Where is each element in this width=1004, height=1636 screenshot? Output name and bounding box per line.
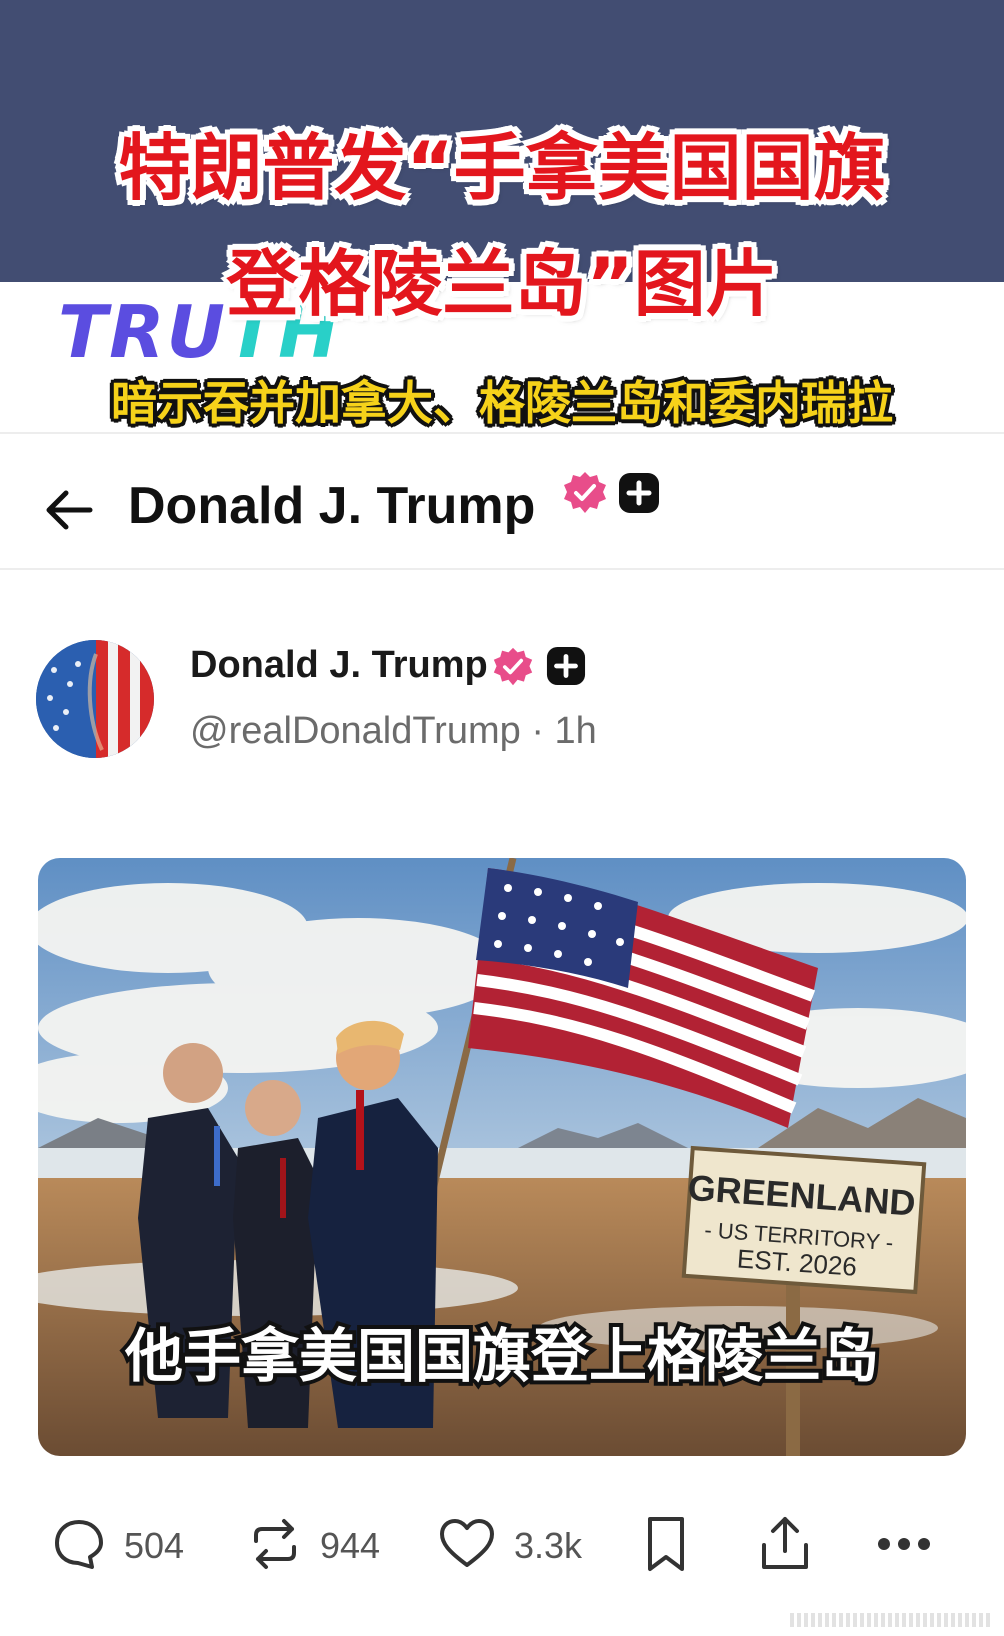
overlay-headline-line1: 特朗普发“手拿美国国旗 — [118, 126, 886, 210]
reply-button[interactable]: 504 — [52, 1510, 184, 1582]
divider — [0, 568, 1004, 570]
heart-icon — [438, 1517, 496, 1575]
verified-badge-icon — [492, 646, 534, 692]
repost-button[interactable]: 944 — [248, 1510, 380, 1582]
more-icon — [876, 1534, 932, 1558]
profile-header-name: Donald J. Trump — [128, 477, 536, 535]
overlay-headline-line2: 登格陵兰岛”图片 — [226, 242, 778, 326]
like-count: 3.3k — [514, 1525, 583, 1566]
profile-header: Donald J. Trump — [0, 470, 1004, 550]
avatar[interactable] — [36, 640, 154, 758]
arrow-left-icon[interactable] — [44, 488, 94, 532]
post-header: Donald J. Trump @realDonaldTrump · 1h — [0, 630, 1004, 760]
bookmark-button[interactable] — [644, 1510, 688, 1582]
post-actions-bar: 504 944 3.3k — [0, 1510, 1004, 1590]
plus-badge-icon — [546, 646, 586, 690]
reply-count: 504 — [124, 1525, 185, 1566]
share-button[interactable] — [758, 1510, 812, 1582]
repost-count: 944 — [320, 1525, 381, 1566]
post-meta: @realDonaldTrump · 1h — [190, 710, 597, 753]
more-button[interactable] — [876, 1510, 932, 1582]
bookmark-icon — [644, 1515, 688, 1577]
post-handle[interactable]: @realDonaldTrump — [190, 710, 521, 752]
verified-badge-icon — [562, 470, 608, 520]
repost-icon — [248, 1517, 302, 1575]
watermark — [790, 1613, 990, 1627]
post-image[interactable]: GREENLAND - US TERRITORY - EST. 2026 他手拿… — [38, 858, 966, 1456]
meta-separator: · — [531, 710, 544, 752]
comment-icon — [52, 1517, 106, 1575]
post-time: 1h — [554, 710, 597, 752]
plus-badge-icon — [618, 472, 660, 518]
image-caption: 他手拿美国国旗登上格陵兰岛 — [124, 1322, 879, 1390]
share-icon — [758, 1515, 812, 1577]
divider — [0, 432, 1004, 434]
like-button[interactable]: 3.3k — [438, 1510, 582, 1582]
post-author-name[interactable]: Donald J. Trump — [190, 644, 488, 687]
overlay-subtitle: 暗示吞并加拿大、格陵兰岛和委内瑞拉 — [111, 376, 893, 430]
